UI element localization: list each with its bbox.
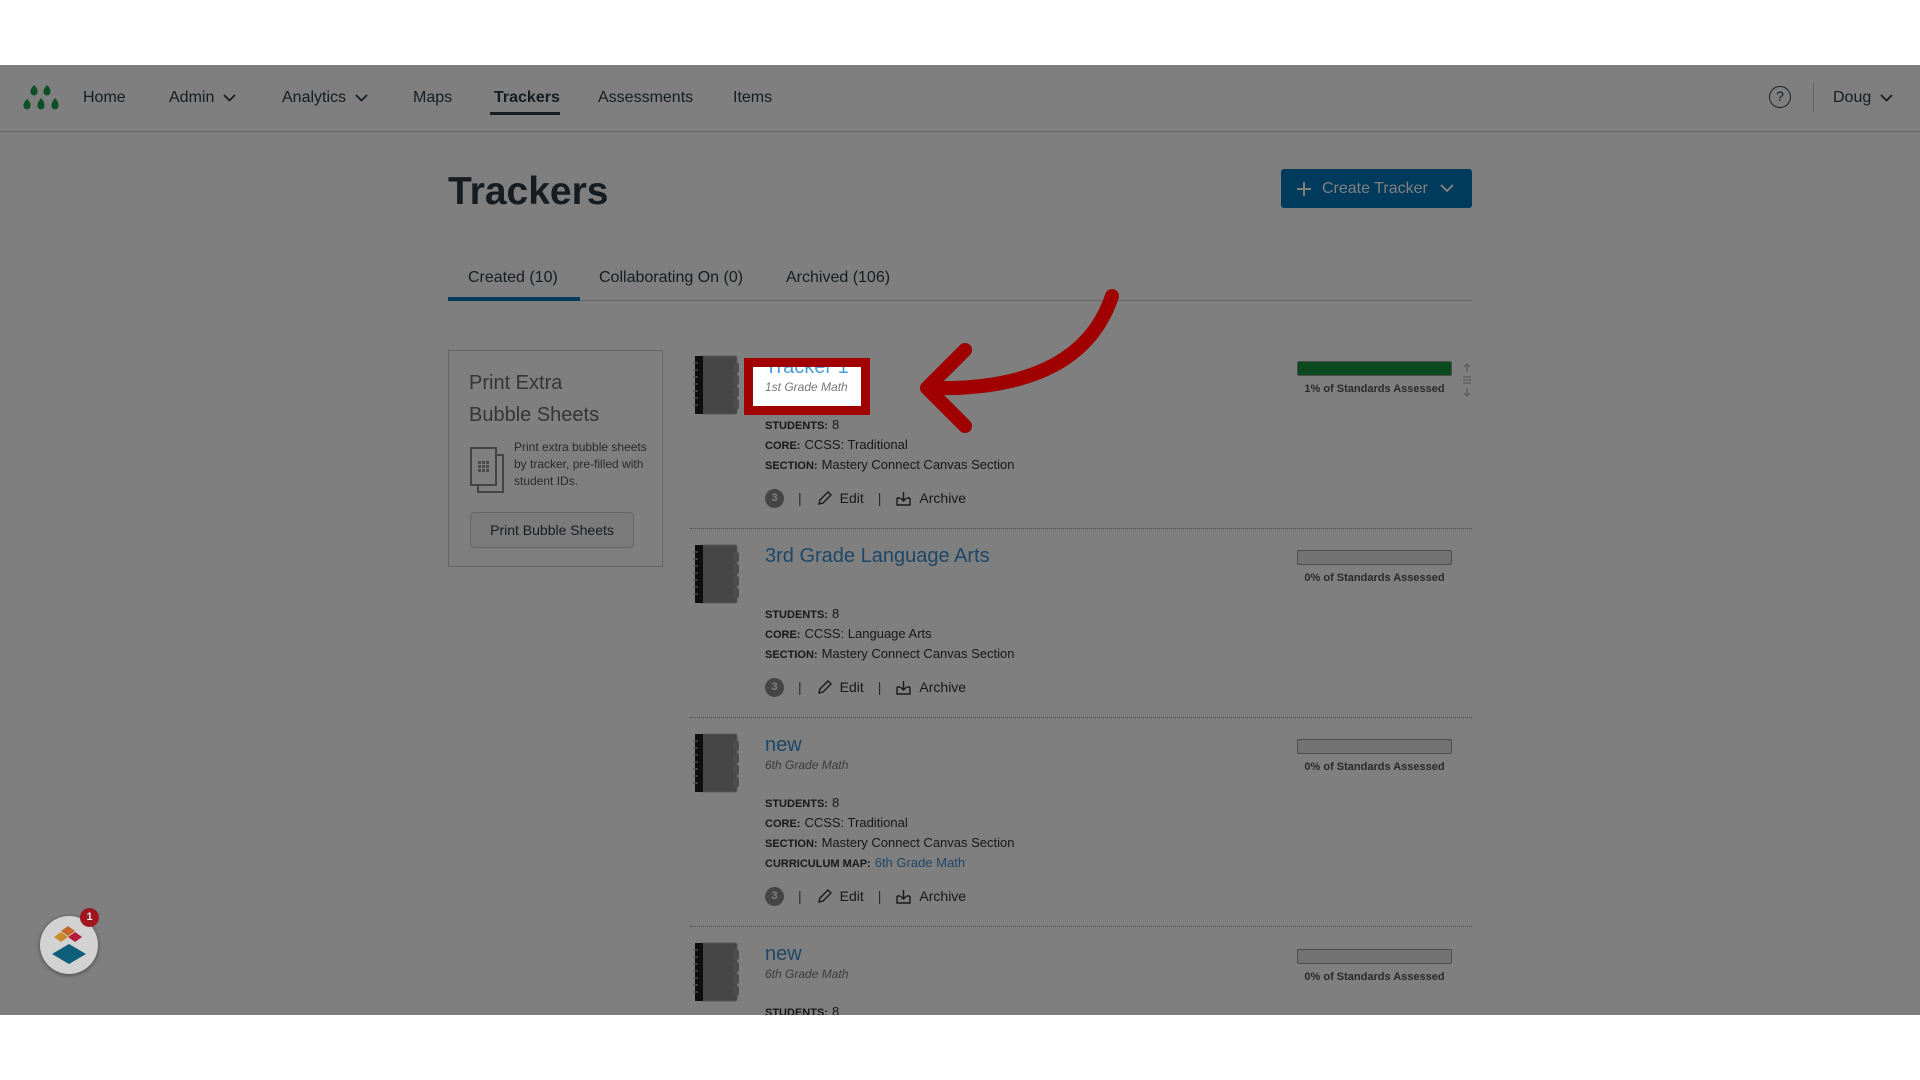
highlighted-tracker-subtitle: 1st Grade Math — [765, 380, 848, 394]
notification-badge: 1 — [80, 908, 99, 927]
dim-overlay — [0, 65, 1920, 1015]
highlighted-tracker-title[interactable]: Tracker 1 — [765, 367, 849, 379]
app-frame: Home Admin Analytics Maps Trackers Asses… — [0, 65, 1920, 1015]
annotation-highlight-box: Tracker 1 1st Grade Math — [744, 358, 870, 415]
